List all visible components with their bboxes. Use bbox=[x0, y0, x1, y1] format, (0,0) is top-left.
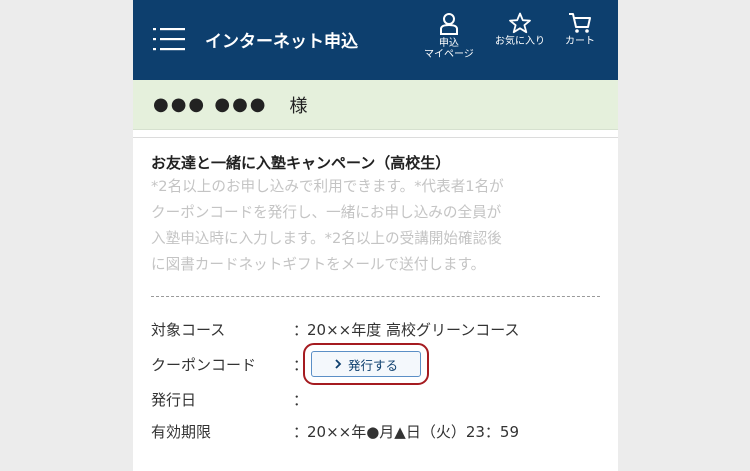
colon: ： bbox=[293, 422, 309, 441]
expiry-value: 20××年●月▲日（火）23：59 bbox=[307, 422, 520, 441]
user-icon bbox=[439, 13, 458, 35]
mypage-nav-button[interactable]: 申込 マイページ bbox=[424, 12, 474, 60]
issue-date-label: 発行日 bbox=[151, 390, 197, 409]
user-greeting-bar: ●●● ●●● 様 bbox=[133, 80, 618, 130]
mypage-label-2: マイページ bbox=[424, 49, 474, 60]
campaign-description-line: *2名以上のお申し込みで利用できます。*代表者1名が bbox=[151, 178, 504, 195]
expiry-label: 有効期限 bbox=[151, 422, 212, 441]
campaign-description: *2名以上のお申し込みで利用できます。*代表者1名が クーポンコードを発行し、一… bbox=[151, 174, 600, 278]
colon: ： bbox=[293, 355, 309, 374]
coupon-row: クーポンコード ： 発行する bbox=[151, 343, 600, 385]
coupon-label: クーポンコード bbox=[151, 355, 257, 374]
issue-date-row: 発行日 ： bbox=[151, 383, 600, 415]
page-title: インターネット申込 bbox=[205, 32, 358, 52]
colon: ： bbox=[293, 390, 309, 409]
hamburger-menu-button[interactable] bbox=[153, 26, 185, 52]
expiry-row: 有効期限 ： 20××年●月▲日（火）23：59 bbox=[151, 415, 600, 447]
mobile-screen: インターネット申込 申込 マイページ お気に入り カート ●●● ●●● 様 お… bbox=[133, 0, 618, 471]
cart-icon bbox=[569, 13, 591, 33]
course-value: 20××年度 高校グリーンコース bbox=[307, 320, 520, 339]
coupon-details: 対象コース ： 20××年度 高校グリーンコース クーポンコード ： 発行する … bbox=[133, 297, 618, 447]
app-header: インターネット申込 申込 マイページ お気に入り カート bbox=[133, 0, 618, 80]
campaign-description-line: に図書カードネットギフトをメールで送付します。 bbox=[151, 256, 486, 273]
favorites-nav-button[interactable]: お気に入り bbox=[495, 12, 545, 47]
colon: ： bbox=[293, 320, 309, 339]
cart-label: カート bbox=[565, 36, 595, 47]
mypage-label-1: 申込 bbox=[438, 38, 459, 49]
chevron-right-icon bbox=[335, 359, 342, 369]
cart-nav-button[interactable]: カート bbox=[565, 12, 595, 47]
star-icon bbox=[509, 12, 531, 34]
user-honorific: 様 bbox=[289, 95, 308, 117]
user-name: ●●● ●●● bbox=[153, 94, 268, 115]
campaign-description-line: クーポンコードを発行し、一緒にお申し込みの全員が bbox=[151, 204, 502, 221]
course-row: 対象コース ： 20××年度 高校グリーンコース bbox=[151, 313, 600, 345]
campaign-title: お友達と一緒に入塾キャンペーン（高校生） bbox=[151, 154, 451, 172]
issue-button-label: 発行する bbox=[347, 357, 398, 373]
course-label: 対象コース bbox=[151, 320, 226, 339]
campaign-description-line: 入塾申込時に入力します。*2名以上の受講開始確認後 bbox=[151, 230, 502, 247]
campaign-section: お友達と一緒に入塾キャンペーン（高校生） *2名以上のお申し込みで利用できます。… bbox=[133, 138, 618, 278]
favorites-label: お気に入り bbox=[495, 36, 545, 47]
issue-coupon-button[interactable]: 発行する bbox=[303, 343, 429, 385]
hamburger-icon bbox=[153, 28, 185, 51]
panel-separator bbox=[133, 130, 618, 138]
